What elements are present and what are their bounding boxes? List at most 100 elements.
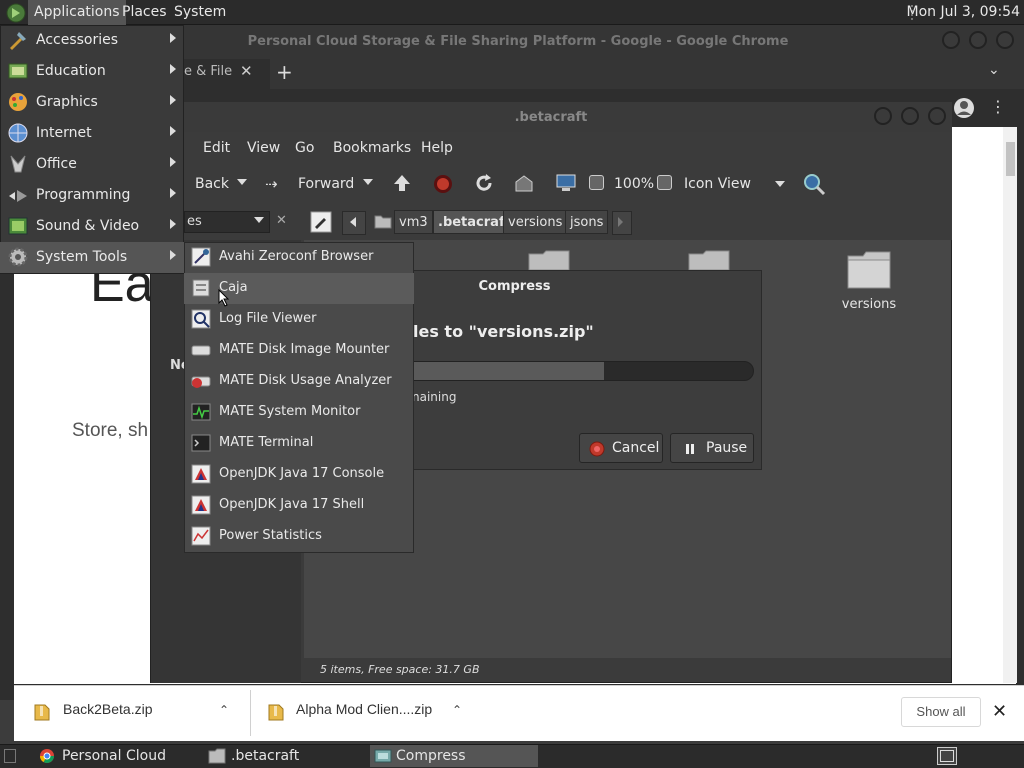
- system-tools-icon: [7, 246, 29, 268]
- close-button[interactable]: [996, 31, 1014, 49]
- menu-bookmarks[interactable]: Bookmarks: [333, 140, 411, 156]
- home-folder-icon: [374, 213, 392, 229]
- view-mode-select[interactable]: Icon View: [684, 176, 751, 192]
- apps-item-label: System Tools: [36, 249, 128, 265]
- forward-button[interactable]: Forward: [298, 176, 354, 192]
- caja-window-title: .betacraft: [514, 110, 588, 125]
- show-desktop-icon[interactable]: [4, 749, 16, 763]
- apps-item-label: Programming: [36, 187, 131, 203]
- zoom-out-icon[interactable]: [589, 175, 604, 190]
- sys-item-java-shell[interactable]: OpenJDK Java 17 Shell: [184, 490, 414, 521]
- sys-item-avahi[interactable]: Avahi Zeroconf Browser: [184, 242, 414, 273]
- apps-item-system-tools[interactable]: System Tools: [0, 242, 184, 273]
- menu-edit[interactable]: Edit: [203, 140, 230, 156]
- programming-icon: [7, 184, 29, 206]
- caja-minimize-button[interactable]: [874, 107, 892, 125]
- profile-avatar-icon[interactable]: [953, 97, 975, 119]
- caja-close-button[interactable]: [928, 107, 946, 125]
- pause-button[interactable]: Pause: [670, 433, 754, 463]
- cancel-button[interactable]: Cancel: [579, 433, 663, 463]
- workspace-window-icon: [940, 750, 954, 762]
- zoom-in-icon[interactable]: [657, 175, 672, 190]
- tab-search-chevron-icon[interactable]: ⌄: [988, 62, 1000, 78]
- panel-menu-system[interactable]: System: [168, 0, 232, 25]
- apps-item-office[interactable]: Office: [0, 149, 184, 180]
- reload-icon[interactable]: [474, 173, 494, 193]
- edit-location-icon[interactable]: [310, 211, 332, 233]
- mate-logo-icon[interactable]: [6, 3, 26, 23]
- sys-item-disk-image-mounter[interactable]: MATE Disk Image Mounter: [184, 335, 414, 366]
- minimize-button[interactable]: [942, 31, 960, 49]
- folder-icon[interactable]: [846, 250, 892, 290]
- submenu-arrow-icon: [170, 33, 176, 43]
- apps-item-accessories[interactable]: Accessories: [0, 25, 184, 56]
- apps-item-label: Office: [36, 156, 77, 172]
- sys-item-system-monitor[interactable]: MATE System Monitor: [184, 397, 414, 428]
- back-dropdown-icon[interactable]: [237, 179, 247, 185]
- maximize-button[interactable]: [969, 31, 987, 49]
- forward-arrow-icon[interactable]: ⇢: [265, 175, 278, 193]
- download-chevron-up-icon[interactable]: ⌃: [452, 703, 462, 717]
- compress-progress-fill: [404, 362, 604, 380]
- sys-item-java-console[interactable]: OpenJDK Java 17 Console: [184, 459, 414, 490]
- breadcrumb-versions[interactable]: versions: [503, 210, 568, 234]
- taskbar-label: Compress: [396, 748, 466, 764]
- panel-menu-applications[interactable]: Applications: [28, 0, 126, 25]
- apps-item-graphics[interactable]: Graphics: [0, 87, 184, 118]
- show-all-downloads-button[interactable]: Show all: [901, 697, 981, 727]
- folder-icon[interactable]: [687, 250, 731, 270]
- folder-label-versions[interactable]: versions: [829, 297, 909, 312]
- sys-item-label: MATE Terminal: [219, 435, 314, 450]
- stop-icon[interactable]: [433, 174, 453, 194]
- compress-dialog-title: Compress: [478, 279, 551, 294]
- panel-clock[interactable]: Mon Jul 3, 09:54: [907, 0, 1020, 25]
- close-sidebar-icon[interactable]: ✕: [276, 213, 287, 228]
- download-item-name[interactable]: Alpha Mod Clien....zip: [296, 701, 432, 717]
- office-icon: [7, 153, 29, 175]
- apps-item-sound-video[interactable]: Sound & Video: [0, 211, 184, 242]
- taskbar-item-caja[interactable]: .betacraft: [205, 745, 365, 767]
- breadcrumb-jsons[interactable]: jsons: [565, 210, 609, 234]
- apps-item-internet[interactable]: Internet: [0, 118, 184, 149]
- page-scrollbar[interactable]: [1003, 127, 1017, 683]
- forward-dropdown-icon[interactable]: [363, 179, 373, 185]
- view-mode-dropdown-icon[interactable]: [775, 181, 785, 187]
- zoom-level[interactable]: 100%: [614, 176, 654, 192]
- tab-close-icon[interactable]: ✕: [240, 62, 253, 80]
- computer-icon[interactable]: [555, 173, 577, 193]
- up-arrow-icon[interactable]: [392, 173, 412, 193]
- menu-view[interactable]: View: [247, 140, 280, 156]
- taskbar-item-chrome[interactable]: Personal Cloud Stor...: [36, 745, 201, 767]
- new-tab-icon[interactable]: +: [276, 60, 293, 84]
- sidebar-combo-dropdown-icon[interactable]: [254, 217, 264, 223]
- caja-maximize-button[interactable]: [901, 107, 919, 125]
- search-icon[interactable]: [802, 172, 826, 196]
- folder-icon[interactable]: [527, 250, 571, 270]
- compress-remaining-text: naining: [412, 390, 457, 404]
- download-bar-close-icon[interactable]: ✕: [992, 701, 1007, 722]
- system-monitor-icon: [191, 402, 211, 422]
- back-button[interactable]: Back: [195, 176, 229, 192]
- apps-item-education[interactable]: Education: [0, 56, 184, 87]
- menu-go[interactable]: Go: [295, 140, 314, 156]
- sys-item-label: MATE System Monitor: [219, 404, 361, 419]
- chrome-menu-icon[interactable]: ⋮: [990, 97, 1006, 116]
- sys-item-disk-usage-analyzer[interactable]: MATE Disk Usage Analyzer: [184, 366, 414, 397]
- pause-label: Pause: [706, 440, 748, 456]
- page-scrollbar-thumb[interactable]: [1006, 142, 1015, 176]
- log-viewer-icon: [191, 309, 211, 329]
- page-subheading: Store, sh: [72, 420, 149, 441]
- panel-menu-places[interactable]: Places: [116, 0, 173, 25]
- sys-item-power-statistics[interactable]: Power Statistics: [184, 521, 414, 552]
- apps-item-programming[interactable]: Programming: [0, 180, 184, 211]
- zip-file-icon: [34, 703, 50, 721]
- download-item-name[interactable]: Back2Beta.zip: [63, 701, 153, 717]
- menu-help[interactable]: Help: [421, 140, 453, 156]
- sys-item-log-viewer[interactable]: Log File Viewer: [184, 304, 414, 335]
- download-separator: [250, 690, 251, 736]
- download-chevron-up-icon[interactable]: ⌃: [219, 703, 229, 717]
- sys-item-terminal[interactable]: MATE Terminal: [184, 428, 414, 459]
- home-icon[interactable]: [514, 174, 534, 192]
- taskbar-item-compress[interactable]: Compress: [370, 745, 538, 767]
- breadcrumb-vm3[interactable]: vm3: [394, 210, 433, 234]
